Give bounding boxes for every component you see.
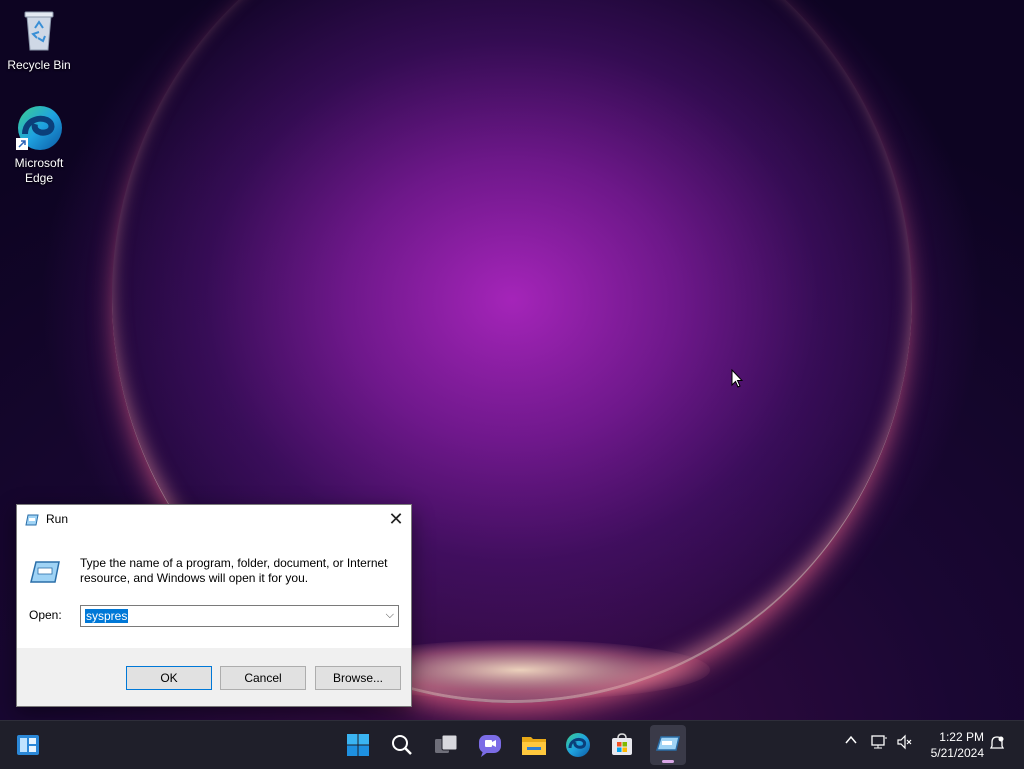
edge-taskbar-button[interactable] [562,729,594,761]
volume-muted-icon[interactable] [896,734,914,753]
store-button[interactable] [606,729,638,761]
start-button[interactable] [342,729,374,761]
run-body: Type the name of a program, folder, docu… [17,535,411,648]
run-title: Run [46,512,69,526]
open-combobox[interactable]: syspres ⌵ [80,605,399,627]
close-icon: ✕ [388,509,404,529]
clock-time: 1:22 PM [939,730,984,744]
file-explorer-icon [522,737,546,755]
chevron-down-icon[interactable]: ⌵ [386,609,394,622]
run-program-icon [30,561,60,583]
widgets-button[interactable] [12,729,44,761]
task-view-icon [435,734,458,753]
run-title-icon [25,514,39,526]
browse-button[interactable]: Browse... [315,666,401,690]
store-icon [612,733,632,755]
search-icon [392,735,412,755]
notification-icon[interactable] [988,734,1006,755]
recycle-bin-icon [15,6,63,54]
clock-date: 5/21/2024 [930,746,984,760]
desktop-icon-recycle-bin[interactable]: Recycle Bin [1,6,77,73]
widgets-icon [17,735,39,755]
run-titlebar[interactable]: Run ✕ [17,505,411,535]
search-button[interactable] [386,729,418,761]
chat-icon [479,735,501,757]
cancel-button[interactable]: Cancel [220,666,306,690]
file-explorer-button[interactable] [518,729,550,761]
run-description: Type the name of a program, folder, docu… [80,556,388,585]
run-dialog: Run ✕ Type the name of a program, folder… [16,504,412,707]
edge-icon [15,104,63,152]
edge-icon [566,733,590,757]
clock[interactable]: 1:22 PM 5/21/2024 [931,729,984,761]
open-input-text[interactable]: syspres [85,609,129,623]
task-view-button[interactable] [430,729,462,761]
run-taskbar-button[interactable] [650,725,686,765]
open-label: Open: [29,608,62,622]
network-icon[interactable] [870,734,888,753]
chat-button[interactable] [474,729,506,761]
edge-label: Microsoft Edge [14,156,64,185]
active-indicator [662,760,674,763]
ok-button[interactable]: OK [126,666,212,690]
chevron-up-icon[interactable] [844,733,858,752]
close-button[interactable]: ✕ [381,505,411,535]
desktop-icon-edge[interactable]: Microsoft Edge [1,104,77,186]
run-icon [655,736,680,751]
mouse-cursor-icon [731,369,743,388]
recycle-bin-label: Recycle Bin [7,58,71,72]
start-icon [347,734,369,756]
taskbar: 1:22 PM 5/21/2024 [0,720,1024,769]
